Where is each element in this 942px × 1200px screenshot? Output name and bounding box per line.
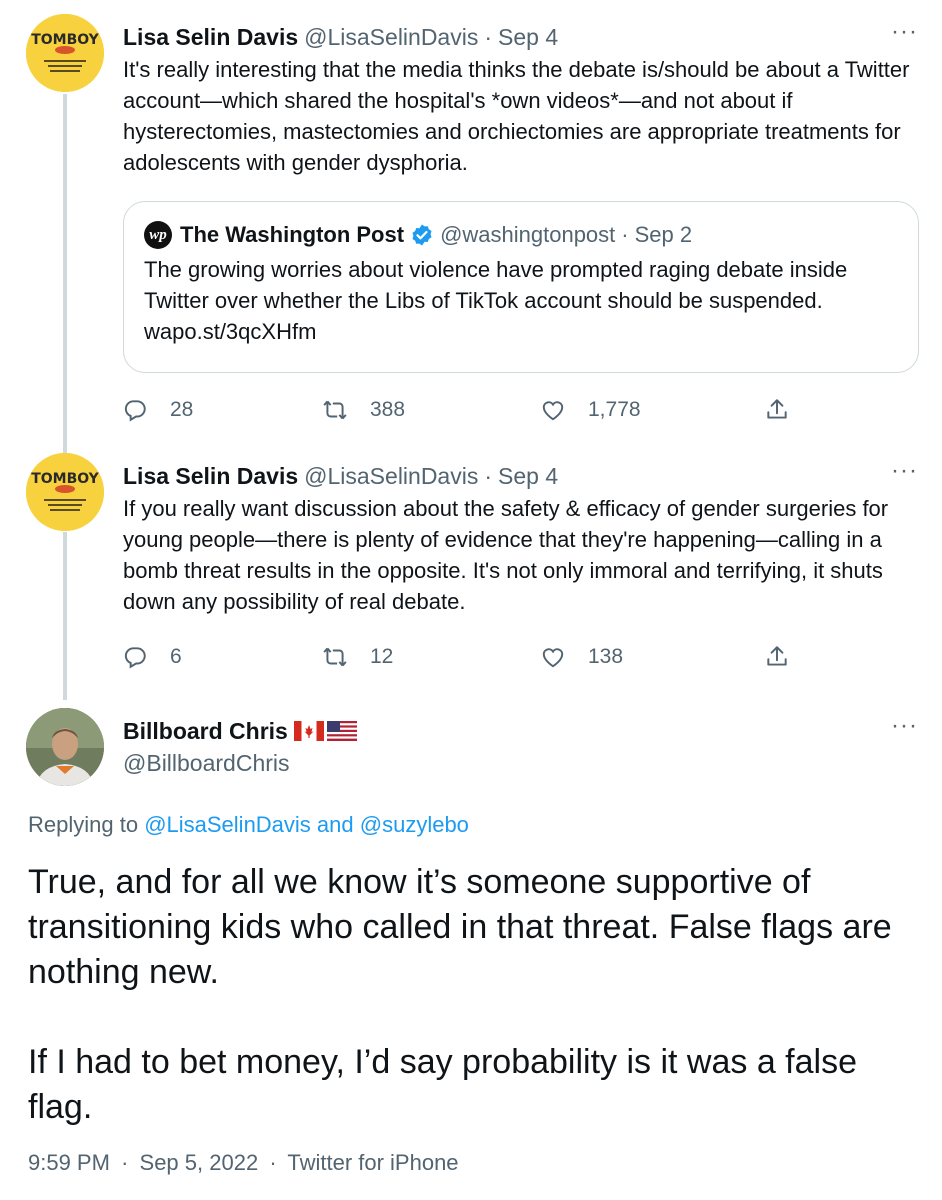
replying-to: Replying to @LisaSelinDavis and @suzyleb… [28,812,469,838]
share-icon [767,399,787,419]
tweet-actions: 6 12 138 [122,642,802,672]
more-icon[interactable]: ··· [891,714,918,738]
quote-date: Sep 2 [634,222,693,247]
more-icon[interactable]: ··· [891,20,918,44]
retweet-count: 388 [370,398,406,421]
washington-post-logo-icon: wp [144,221,172,249]
avatar[interactable] [26,708,104,786]
tweet-paragraph: True, and for all we know it’s someone s… [28,863,892,991]
separator: · [121,1150,129,1175]
quoted-tweet[interactable]: wp The Washington Post @washingtonpost ·… [123,201,919,373]
tweet-full-date[interactable]: Sep 5, 2022 [140,1150,259,1175]
tweet-time[interactable]: 9:59 PM [28,1150,110,1175]
tweet-paragraph: If I had to bet money, I’d say probabili… [28,1043,857,1126]
author-name[interactable]: Billboard Chris [123,718,288,745]
share-button[interactable] [764,642,812,672]
profile-photo-icon [26,708,104,786]
separator: · [484,462,493,489]
avatar[interactable]: TOMBOY [26,14,104,92]
like-button[interactable]: 138 [540,642,623,672]
more-icon[interactable]: ··· [891,459,918,483]
author-handle[interactable]: @LisaSelinDavis [304,24,478,51]
verified-icon [412,224,432,246]
tweet[interactable]: Lisa Selin Davis @LisaSelinDavis · Sep 4… [123,459,918,617]
quote-text: The growing worries about violence have … [144,257,848,344]
author-name[interactable]: Lisa Selin Davis [123,24,298,51]
svg-text:TOMBOY: TOMBOY [31,471,99,487]
replying-and[interactable]: and [311,812,360,837]
mention-link[interactable]: @LisaSelinDavis [144,812,311,837]
reply-button[interactable]: 6 [122,642,182,672]
author-handle[interactable]: @LisaSelinDavis [304,463,478,490]
retweet-count: 12 [370,645,394,668]
tweet-text: If you really want discussion about the … [123,496,889,614]
tomboy-book-cover-icon: TOMBOY [26,453,104,531]
tweet-source[interactable]: Twitter for iPhone [287,1150,458,1175]
share-icon [767,646,787,666]
tweet-text: It's really interesting that the media t… [123,57,910,175]
avatar[interactable]: TOMBOY [26,453,104,531]
retweet-button[interactable]: 388 [322,395,405,425]
author-handle[interactable]: @BillboardChris [123,748,918,778]
reply-count: 6 [170,645,182,668]
tweet-header: Lisa Selin Davis @LisaSelinDavis · Sep 4 [123,22,918,52]
canada-flag-icon [293,721,324,741]
like-count: 1,778 [588,398,641,421]
tomboy-book-cover-icon: TOMBOY [26,14,104,92]
reply-count: 28 [170,398,194,421]
quote-header: wp The Washington Post @washingtonpost ·… [144,220,898,250]
usa-flag-icon [326,721,357,741]
tweet-actions: 28 388 1,778 [122,395,802,425]
separator: · [269,1150,277,1175]
flag-emojis [293,721,357,741]
reply-icon [124,647,146,669]
replying-prefix: Replying to [28,812,145,837]
main-tweet-header: Billboard Chris ··· @BillboardChris [123,714,918,778]
main-tweet-text: True, and for all we know it’s someone s… [28,860,928,1175]
like-button[interactable]: 1,778 [540,395,641,425]
reply-icon [124,400,146,422]
quote-author-name: The Washington Post [180,222,405,247]
quote-author-handle: @washingtonpost [440,222,616,247]
tweet[interactable]: Lisa Selin Davis @LisaSelinDavis · Sep 4… [123,20,918,178]
separator: · [621,222,629,247]
like-count: 138 [588,645,624,668]
tweet-header: Lisa Selin Davis @LisaSelinDavis · Sep 4 [123,461,918,491]
tweet-date[interactable]: Sep 4 [498,463,558,490]
tweet-date[interactable]: Sep 4 [498,24,558,51]
retweet-icon [323,647,347,667]
tweet-metadata: 9:59 PM · Sep 5, 2022 · Twitter for iPho… [28,1150,459,1176]
separator: · [484,23,493,50]
svg-text:TOMBOY: TOMBOY [31,32,99,48]
retweet-icon [323,400,347,420]
like-icon [542,401,564,421]
author-name[interactable]: Lisa Selin Davis [123,463,298,490]
author-row: Billboard Chris [123,716,918,746]
share-button[interactable] [764,395,812,425]
like-icon [542,648,564,668]
reply-button[interactable]: 28 [122,395,193,425]
thread-line [63,94,67,454]
thread-line [63,532,67,700]
retweet-button[interactable]: 12 [322,642,393,672]
mention-link[interactable]: @suzylebo [360,812,469,837]
